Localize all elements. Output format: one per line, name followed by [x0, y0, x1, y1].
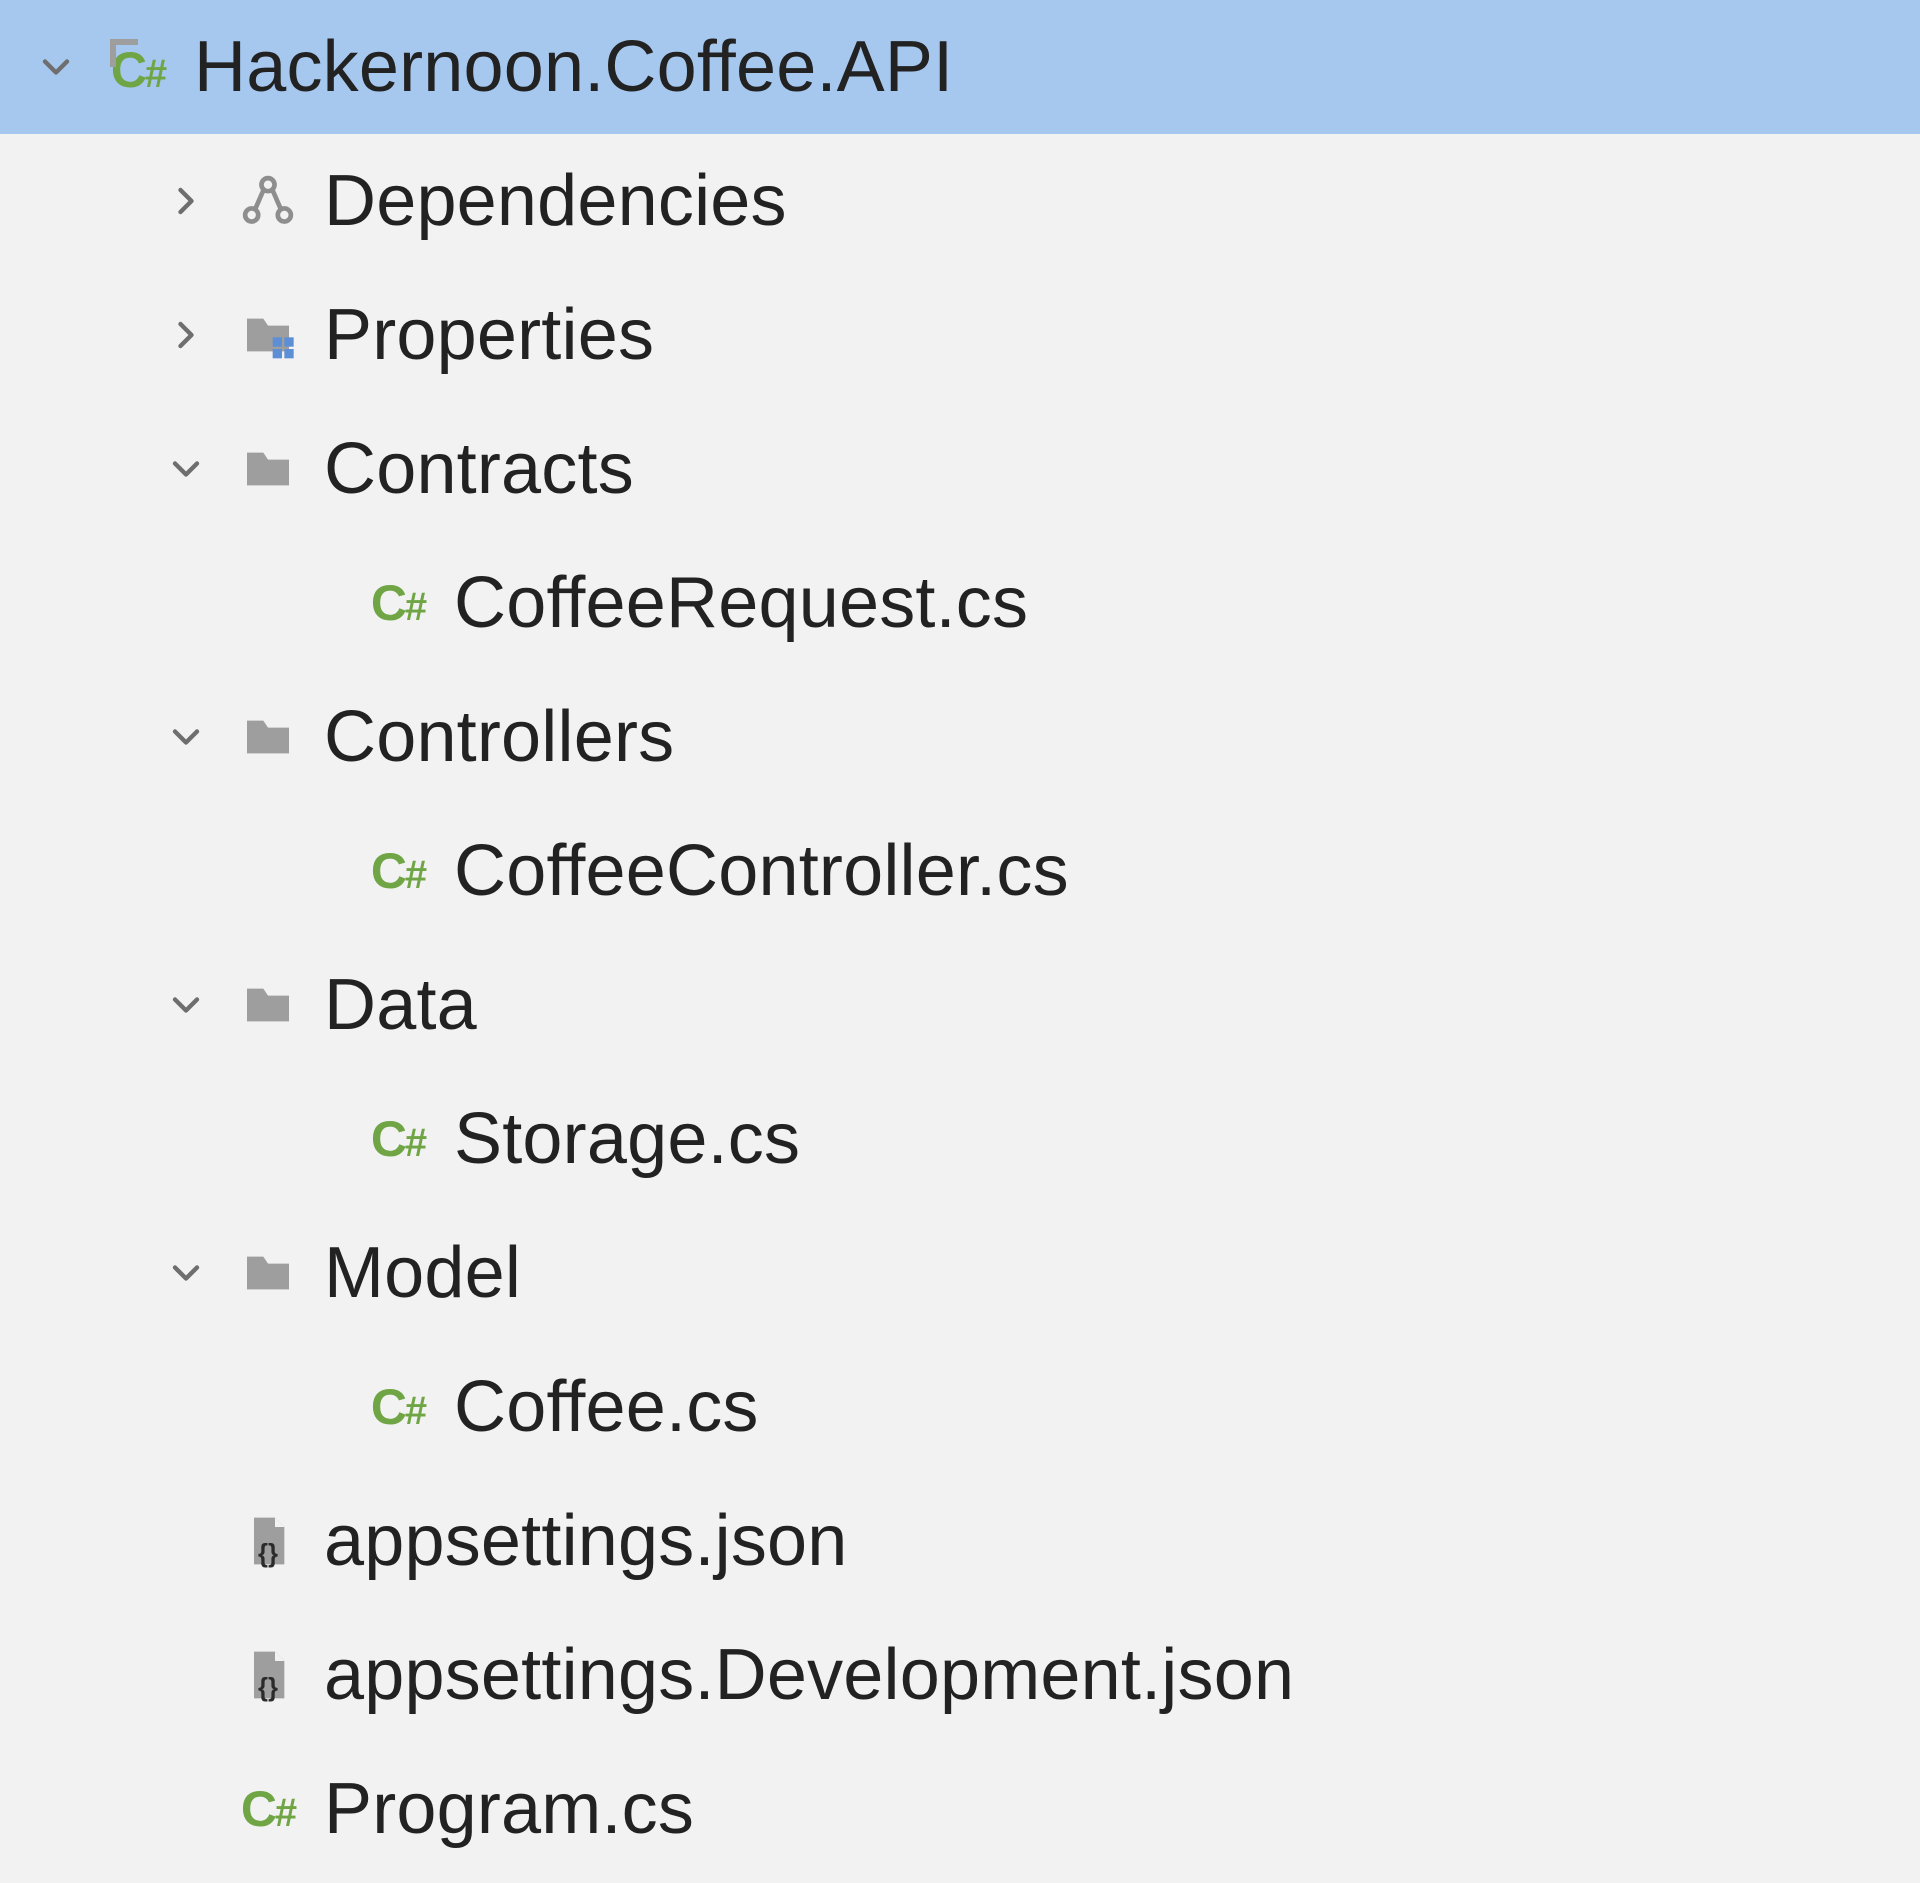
tree-row-contracts[interactable]: Contracts [0, 402, 1920, 536]
csharp-file-icon: C [370, 1379, 426, 1435]
appsettings-dev-label: appsettings.Development.json [324, 1634, 1294, 1716]
chevron-down-icon[interactable] [156, 975, 216, 1035]
project-root-label: Hackernoon.Coffee.API [194, 26, 953, 108]
tree-row-appsettings[interactable]: {} appsettings.json [0, 1474, 1920, 1608]
csharp-project-icon: C [110, 39, 166, 95]
tree-row-program[interactable]: C Program.cs [0, 1742, 1920, 1876]
contracts-label: Contracts [324, 428, 634, 510]
svg-text:{}: {} [258, 1540, 278, 1568]
coffee-label: Coffee.cs [454, 1366, 759, 1448]
csharp-file-icon: C [370, 1111, 426, 1167]
properties-label: Properties [324, 294, 654, 376]
appsettings-label: appsettings.json [324, 1500, 848, 1582]
folder-icon [240, 977, 296, 1033]
tree-row-properties[interactable]: Properties [0, 268, 1920, 402]
chevron-right-icon[interactable] [156, 171, 216, 231]
project-tree: C Hackernoon.Coffee.API Dependencies Pro… [0, 0, 1920, 1883]
tree-row-dependencies[interactable]: Dependencies [0, 134, 1920, 268]
chevron-down-icon[interactable] [156, 439, 216, 499]
csharp-file-icon: C [370, 575, 426, 631]
svg-text:{}: {} [258, 1674, 278, 1702]
controllers-label: Controllers [324, 696, 674, 778]
chevron-down-icon[interactable] [156, 707, 216, 767]
chevron-down-icon[interactable] [26, 37, 86, 97]
chevron-right-icon[interactable] [156, 305, 216, 365]
folder-icon [240, 441, 296, 497]
tree-row-model[interactable]: Model [0, 1206, 1920, 1340]
tree-row-project-root[interactable]: C Hackernoon.Coffee.API [0, 0, 1920, 134]
tree-row-data[interactable]: Data [0, 938, 1920, 1072]
storage-label: Storage.cs [454, 1098, 800, 1180]
dependencies-label: Dependencies [324, 160, 787, 242]
tree-row-coffeerequest[interactable]: C CoffeeRequest.cs [0, 536, 1920, 670]
tree-row-coffeecontroller[interactable]: C CoffeeController.cs [0, 804, 1920, 938]
coffeerequest-label: CoffeeRequest.cs [454, 562, 1028, 644]
properties-folder-icon [240, 307, 296, 363]
program-label: Program.cs [324, 1768, 694, 1850]
folder-icon [240, 1245, 296, 1301]
folder-icon [240, 709, 296, 765]
json-file-icon: {} [240, 1647, 296, 1703]
dependencies-icon [240, 173, 296, 229]
data-folder-label: Data [324, 964, 477, 1046]
csharp-file-icon: C [240, 1781, 296, 1837]
model-label: Model [324, 1232, 521, 1314]
csharp-file-icon: C [370, 843, 426, 899]
chevron-down-icon[interactable] [156, 1243, 216, 1303]
json-file-icon: {} [240, 1513, 296, 1569]
tree-row-storage[interactable]: C Storage.cs [0, 1072, 1920, 1206]
tree-row-appsettings-dev[interactable]: {} appsettings.Development.json [0, 1608, 1920, 1742]
coffeecontroller-label: CoffeeController.cs [454, 830, 1069, 912]
tree-row-controllers[interactable]: Controllers [0, 670, 1920, 804]
tree-row-coffee[interactable]: C Coffee.cs [0, 1340, 1920, 1474]
